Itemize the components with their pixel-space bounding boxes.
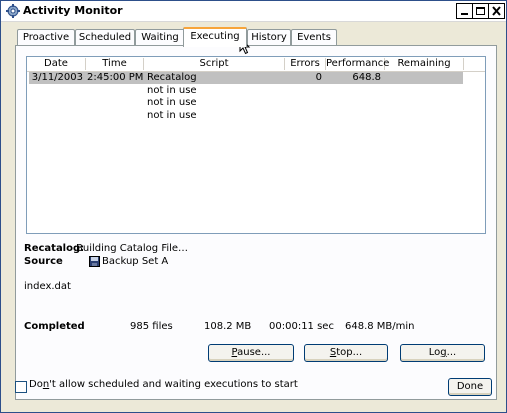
completed-time: 00:00:11 sec — [269, 321, 334, 332]
done-button[interactable]: Done — [448, 378, 492, 396]
checkbox-label-pre: Do — [29, 379, 43, 390]
activity-text: Building Catalog File… — [76, 243, 189, 254]
table-row[interactable]: not in use — [29, 110, 463, 122]
column-remaining[interactable]: Remaining — [385, 58, 464, 70]
cell-remaining — [389, 72, 459, 84]
tab-waiting[interactable]: Waiting — [135, 29, 185, 45]
column-script[interactable]: Script — [144, 58, 285, 70]
table-row[interactable]: not in use — [29, 97, 463, 109]
tab-history[interactable]: History — [247, 29, 291, 45]
cell-script: Recatalog — [147, 72, 197, 83]
executing-panel: Date Time Script Errors Performance Rema… — [15, 45, 497, 400]
table-row[interactable]: 3/11/2003 2:45:00 PM Recatalog 0 648.8 — [29, 72, 463, 84]
column-errors[interactable]: Errors — [285, 58, 326, 70]
stop-label-rest: top... — [336, 347, 363, 358]
cell-script: not in use — [147, 97, 197, 108]
close-button[interactable] — [488, 3, 505, 19]
column-date[interactable]: Date — [27, 58, 86, 70]
close-icon — [492, 6, 501, 16]
dont-allow-label[interactable]: Don't allow scheduled and waiting execut… — [29, 379, 298, 390]
cell-performance: 648.8 — [352, 72, 381, 83]
list-header: Date Time Script Errors Performance Rema… — [27, 57, 485, 72]
log-label-pre: Lo — [428, 347, 441, 358]
cell-time: 2:45:00 PM — [87, 72, 144, 83]
tab-strip: Proactive Scheduled Waiting Executing Hi… — [15, 27, 495, 47]
completed-rate: 648.8 MB/min — [345, 321, 415, 332]
minimize-icon — [461, 13, 468, 15]
column-performance[interactable]: Performance — [326, 58, 389, 70]
title-bar: Activity Monitor — [1, 1, 506, 22]
backup-set-icon — [89, 256, 100, 267]
log-label-rest: ... — [446, 347, 457, 358]
cell-script: not in use — [147, 110, 197, 121]
tab-scheduled[interactable]: Scheduled — [75, 29, 135, 45]
maximize-icon — [476, 7, 485, 15]
completed-label: Completed — [24, 321, 85, 332]
source-value: Backup Set A — [102, 256, 169, 267]
cell-date: 3/11/2003 — [31, 72, 83, 83]
checkbox-label-rest: 't allow scheduled and waiting execution… — [49, 379, 298, 390]
stop-button[interactable]: Stop... — [304, 344, 388, 362]
activity-monitor-window: Activity Monitor Proactive Scheduled Wai… — [0, 0, 507, 413]
column-time[interactable]: Time — [86, 58, 144, 70]
maximize-button[interactable] — [472, 3, 489, 19]
execution-list[interactable]: Date Time Script Errors Performance Rema… — [26, 56, 486, 234]
minimize-button[interactable] — [456, 3, 473, 19]
completed-size: 108.2 MB — [204, 321, 252, 332]
table-row[interactable]: not in use — [29, 85, 463, 97]
pause-button[interactable]: Pause... — [208, 344, 294, 362]
completed-files: 985 files — [130, 321, 173, 332]
cell-script: not in use — [147, 85, 197, 96]
log-button[interactable]: Log... — [400, 344, 485, 362]
tab-events[interactable]: Events — [291, 29, 337, 45]
gear-icon — [6, 4, 20, 18]
pause-label-rest: ause... — [237, 347, 271, 358]
cell-errors: 0 — [315, 72, 322, 83]
source-label: Source — [24, 256, 63, 267]
window-title: Activity Monitor — [23, 4, 123, 17]
dont-allow-checkbox[interactable] — [15, 381, 27, 393]
current-file: index.dat — [24, 281, 71, 292]
tab-proactive[interactable]: Proactive — [17, 29, 75, 45]
tab-executing[interactable]: Executing — [183, 27, 247, 47]
